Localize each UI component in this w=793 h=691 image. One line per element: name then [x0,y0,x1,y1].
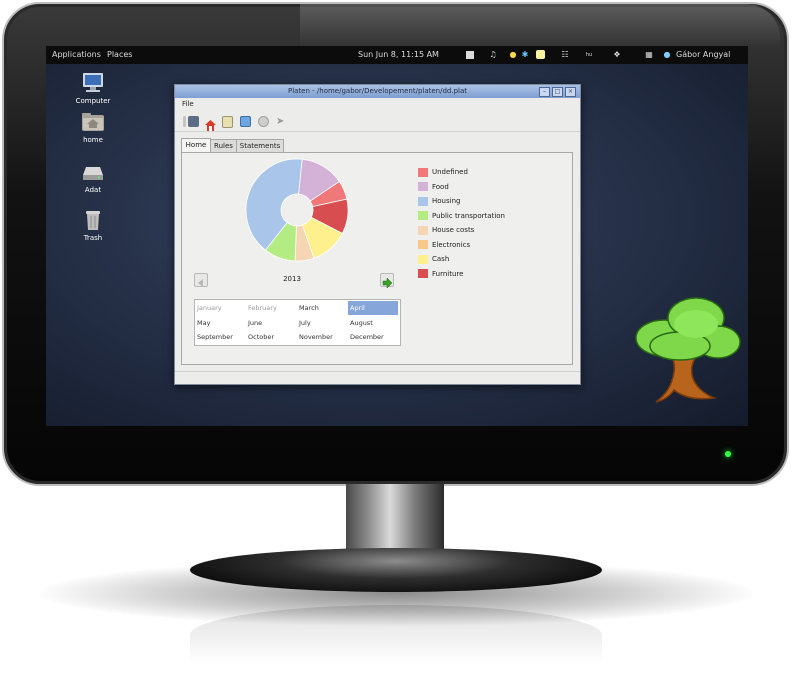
user-menu[interactable]: Gábor Angyal [676,46,730,64]
menubar: File [175,98,580,111]
desktop-adat[interactable]: Adat [58,161,128,194]
top-panel: Applications Places Sun Jun 8, 11:15 AM … [46,46,748,64]
home-icon[interactable] [205,116,216,131]
legend-label: Undefined [432,168,468,176]
document-icon[interactable] [222,116,233,128]
network-icon[interactable] [466,51,474,59]
legend-label: Electronics [432,240,471,249]
clock[interactable]: Sun Jun 8, 11:15 AM [358,46,439,64]
tree-logo [635,297,741,403]
legend-label: Food [432,182,449,191]
desktop-screen: Applications Places Sun Jun 8, 11:15 AM … [46,46,748,426]
wifi-icon[interactable]: ▦ [644,50,654,60]
monitor-neck [346,484,444,558]
close-button[interactable]: × [565,87,576,97]
desktop-computer[interactable]: Computer [58,72,128,105]
stand-reflection [190,605,602,665]
edit-icon[interactable] [240,116,251,127]
legend-swatch [418,211,428,220]
bluetooth-icon[interactable]: ❖ [612,50,622,60]
tab-home[interactable]: Home [181,138,211,153]
month-july[interactable]: July [297,316,347,330]
toolbar: ➤ [175,112,580,132]
legend-swatch [418,196,428,206]
month-december[interactable]: December [348,330,398,344]
legend-label: Public transportation [432,211,505,220]
weather-icon[interactable]: ● [508,50,518,60]
applications-menu[interactable]: Applications [52,46,101,64]
save-icon[interactable] [188,116,199,127]
desktop-icon-label: Computer [75,97,111,105]
month-may[interactable]: May [195,316,245,330]
home-folder-icon [81,111,105,133]
maximize-button[interactable]: □ [552,87,563,97]
desktop-home[interactable]: home [58,111,128,144]
month-november[interactable]: November [297,330,347,344]
legend-label: Cash [432,255,450,263]
minimize-button[interactable]: – [539,87,550,97]
settings-icon[interactable] [258,116,269,127]
drive-icon [81,161,105,183]
computer-icon [81,72,105,94]
home-panel: Undefined Food Housing Public transportatio… [181,152,573,365]
legend-item: Food [418,182,449,193]
year-label: 2013 [283,275,301,283]
app-window: Platen - /home/gabor/Developement/platen… [174,84,581,385]
legend-item: Undefined [418,167,468,178]
forward-icon[interactable]: ➤ [276,116,287,127]
expense-donut-chart [245,158,349,262]
legend-label: Furniture [432,269,464,278]
previous-year-button[interactable] [194,273,208,287]
toolbar-grip [183,116,186,127]
tab-rules[interactable]: Rules [210,139,237,153]
month-august[interactable]: August [348,316,398,330]
tab-statements[interactable]: Statements [236,139,284,153]
file-menu[interactable]: File [182,98,194,111]
month-march[interactable]: March [297,301,347,315]
month-picker: January February March April May June July Augu… [194,299,401,346]
volume-icon[interactable]: ♫ [488,50,498,60]
desktop-icon-label: Adat [84,186,102,194]
month-april[interactable]: April [348,301,398,315]
window-titlebar[interactable]: Platen - /home/gabor/Developement/platen… [175,85,580,98]
legend-item: House costs [418,225,474,236]
legend-swatch [418,269,428,278]
legend-item: Cash [418,254,449,265]
desktop-icon-label: home [83,136,103,144]
sync-icon[interactable]: ✱ [520,50,530,60]
month-june[interactable]: June [246,316,296,330]
month-october[interactable]: October [246,330,296,344]
legend-swatch [418,225,428,235]
month-january[interactable]: January [195,301,245,315]
legend-item: Electronics [418,240,470,251]
legend-item: Housing [418,196,460,207]
places-menu[interactable]: Places [107,46,132,64]
legend-label: Housing [432,197,461,205]
power-led [725,451,731,457]
legend-item: Furniture [418,269,463,280]
statusbar [175,371,580,384]
legend-swatch [418,167,428,177]
clipboard-icon[interactable]: ☷ [560,50,570,60]
next-year-button[interactable] [380,273,394,289]
window-title: Platen - /home/gabor/Developement/platen… [287,87,468,95]
trash-icon [81,209,105,231]
desktop-icon-label: Trash [83,234,103,242]
legend-swatch [418,254,428,264]
month-september[interactable]: September [195,330,245,344]
monitor-stand [190,548,602,592]
month-february[interactable]: February [246,301,296,315]
legend-item: Public transportation [418,211,505,222]
bezel-highlight [300,4,780,48]
legend-swatch [418,182,428,191]
desktop-trash[interactable]: Trash [58,209,128,242]
legend-swatch [418,240,428,249]
legend-label: House costs [432,226,475,234]
user-status-icon[interactable]: ● [662,50,672,60]
keyboard-layout-icon[interactable]: hu [584,50,594,60]
notes-icon[interactable] [536,50,545,59]
